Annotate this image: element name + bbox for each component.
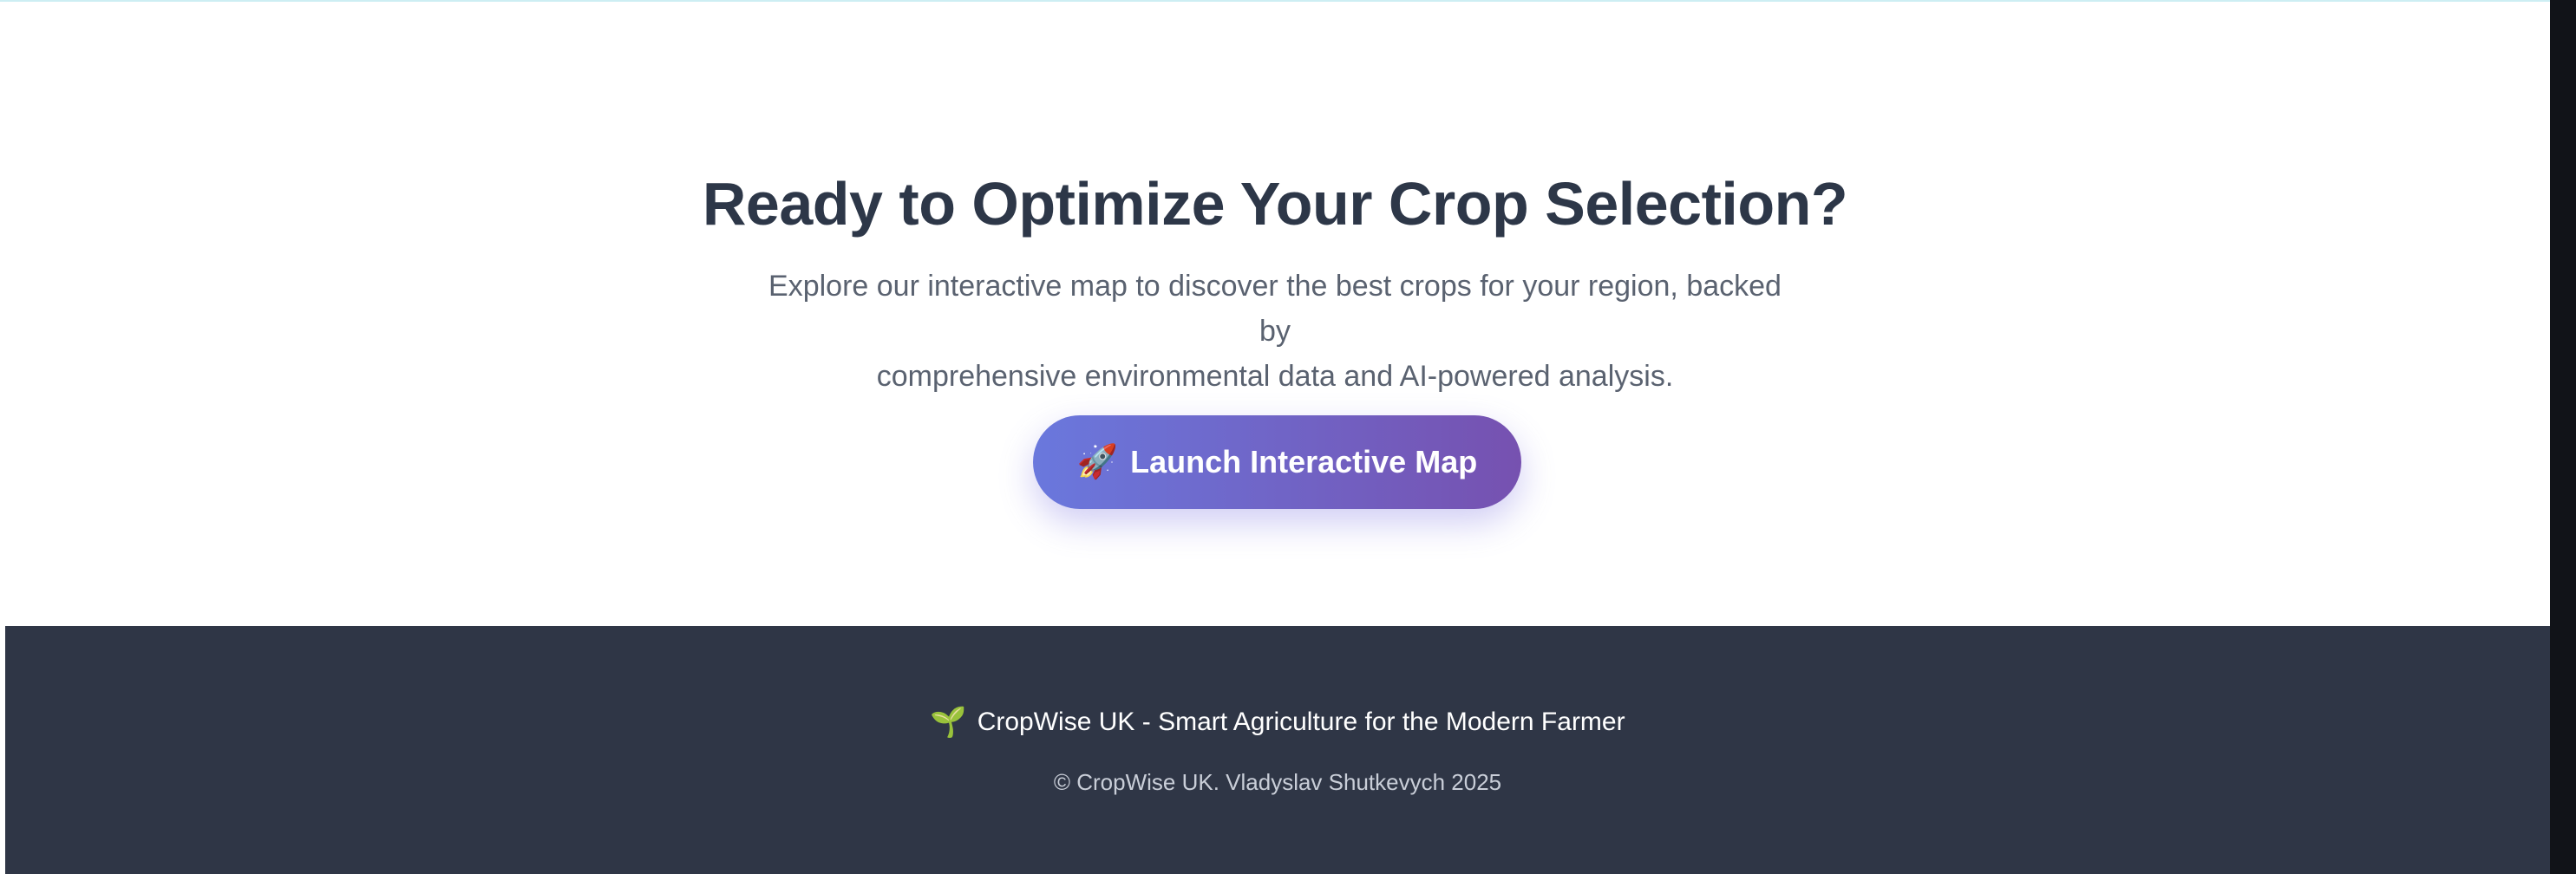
launch-button-label: Launch Interactive Map [1130,444,1478,479]
cta-description-line-1: Explore our interactive map to discover … [768,270,1782,348]
footer-brand-text: CropWise UK - Smart Agriculture for the … [977,708,1625,736]
seedling-icon: 🌱 [930,706,967,739]
footer-copyright: © CropWise UK. Vladyslav Shutkevych 2025 [1053,769,1502,795]
footer-brand: 🌱 CropWise UK - Smart Agriculture for th… [5,704,2550,740]
launch-interactive-map-button[interactable]: 🚀 Launch Interactive Map [1033,415,1521,509]
cta-title: Ready to Optimize Your Crop Selection? [702,170,1848,238]
window-edge [2550,0,2576,874]
rocket-icon: 🚀 [1076,444,1119,480]
cta-description-line-2: comprehensive environmental data and AI-… [876,360,1674,393]
page: Ready to Optimize Your Crop Selection? E… [0,0,2576,874]
cta-section: Ready to Optimize Your Crop Selection? E… [0,0,2550,626]
cta-description: Explore our interactive map to discover … [755,264,1795,399]
footer: 🌱 CropWise UK - Smart Agriculture for th… [5,626,2550,874]
